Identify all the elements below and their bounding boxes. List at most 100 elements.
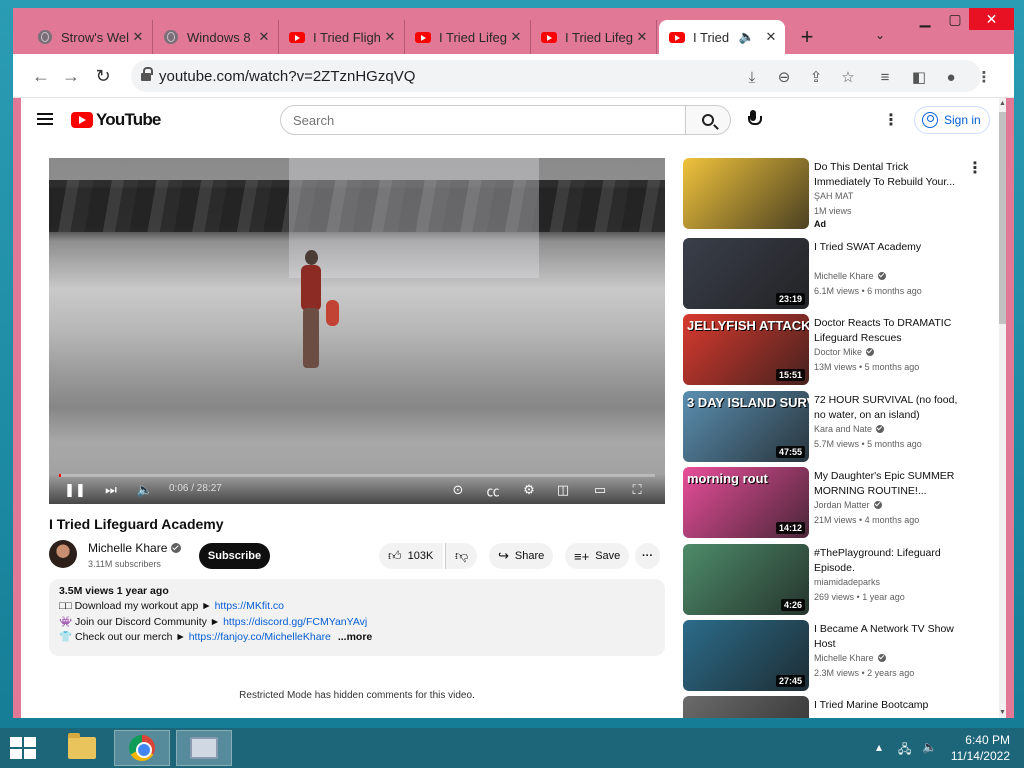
related-thumbnail[interactable]: JELLYFISH ATTACK 15:51 <box>683 314 809 385</box>
search-box[interactable] <box>280 105 686 135</box>
related-video-item[interactable]: 3 DAY ISLAND SURVIVAL 47:55 72 HOUR SURVIV… <box>683 391 993 463</box>
minimize-button[interactable]: ▁ <box>908 8 942 30</box>
related-thumbnail[interactable]: 4:26 <box>683 544 809 615</box>
close-tab-icon[interactable]: ✕ <box>508 29 524 45</box>
dislike-button[interactable]: 👎︎ <box>445 543 478 569</box>
related-video-item[interactable]: morning rout 14:12 My Daughter's Epic SUMM… <box>683 467 993 539</box>
merch-link[interactable]: https://fanjoy.co/MichelleKhare <box>189 631 331 643</box>
related-thumbnail[interactable] <box>683 158 809 229</box>
related-title[interactable]: Do This Dental Trick Immediately To Rebu… <box>814 160 964 190</box>
channel-name[interactable]: Michelle Khare <box>88 541 182 555</box>
page-scrollbar[interactable]: ▲ ▼ <box>999 98 1006 718</box>
ad-options-icon[interactable]: ⋮ <box>965 158 985 178</box>
maximize-button[interactable]: ▢ <box>938 8 972 30</box>
related-channel[interactable]: Jordan Matter <box>814 500 882 510</box>
address-bar[interactable]: youtube.com/watch?v=2ZTznHGzqVQ ⤓ ⊖ ⇪ ☆ <box>131 60 981 92</box>
reload-button[interactable]: ↻ <box>89 62 117 90</box>
video-player[interactable]: ❚❚ ⏭ 🔈 0:06 / 28:27 ⊙ ㏄ ⚙ ◫ ▭ ⛶ <box>49 158 665 504</box>
related-video-item[interactable]: Do This Dental Trick Immediately To Rebu… <box>683 158 993 230</box>
speaker-icon[interactable]: 🔈 <box>739 29 755 45</box>
bookmark-star-icon[interactable]: ☆ <box>837 66 859 88</box>
install-icon[interactable]: ⤓ <box>741 66 763 88</box>
close-tab-icon[interactable]: ✕ <box>634 29 650 45</box>
show-more-link[interactable]: ...more <box>338 631 372 643</box>
related-title[interactable]: #ThePlayground: Lifeguard Episode. <box>814 546 964 576</box>
related-channel[interactable]: Michelle Khare <box>814 653 886 663</box>
scroll-up-arrow[interactable]: ▲ <box>999 100 1006 107</box>
search-button[interactable] <box>685 105 731 135</box>
chrome-taskbar-button[interactable] <box>114 730 170 766</box>
related-thumbnail[interactable] <box>683 696 809 718</box>
related-title[interactable]: My Daughter's Epic SUMMER MORNING ROUTIN… <box>814 469 964 499</box>
next-icon[interactable]: ⏭ <box>101 481 121 499</box>
close-tab-icon[interactable]: ✕ <box>382 29 398 45</box>
windows-start-icon[interactable] <box>10 737 38 759</box>
related-thumbnail[interactable]: 3 DAY ISLAND SURVIVAL 47:55 <box>683 391 809 462</box>
microphone-icon[interactable] <box>748 110 762 130</box>
share-icon[interactable]: ⇪ <box>805 66 827 88</box>
mkfit-link[interactable]: https://MKfit.co <box>215 600 284 612</box>
close-tab-icon[interactable]: ✕ <box>130 29 146 45</box>
related-channel[interactable]: miamidadeparks <box>814 577 880 587</box>
related-channel[interactable]: ŞAH MAT <box>814 191 853 201</box>
new-tab-button[interactable]: + <box>795 24 819 49</box>
miniplayer-icon[interactable]: ◫ <box>553 481 573 499</box>
captions-icon[interactable]: ㏄ <box>483 481 503 499</box>
description-box[interactable]: 3.5M views 1 year ago □□ Download my wor… <box>49 579 665 656</box>
tab-active[interactable]: I Tried 🔈 ✕ <box>659 20 785 54</box>
related-video-item[interactable]: JELLYFISH ATTACK 15:51 Doctor Reacts To DR… <box>683 314 993 386</box>
file-explorer-button[interactable] <box>54 730 110 766</box>
related-thumbnail[interactable]: 27:45 <box>683 620 809 691</box>
related-video-item[interactable]: I Tried Marine Bootcamp <box>683 696 993 718</box>
related-thumbnail[interactable]: 23:19 <box>683 238 809 309</box>
theater-mode-icon[interactable]: ▭ <box>590 481 610 499</box>
tab-strows[interactable]: Strow's Wel ✕ <box>27 20 153 54</box>
close-window-button[interactable]: ✕ <box>969 8 1014 30</box>
related-title[interactable]: I Became A Network TV Show Host <box>814 622 964 652</box>
related-channel[interactable]: Kara and Nate <box>814 424 885 434</box>
channel-avatar[interactable] <box>49 540 77 568</box>
zoom-icon[interactable]: ⊖ <box>773 66 795 88</box>
close-tab-icon[interactable]: ✕ <box>763 29 779 45</box>
tab-lifeguard-2[interactable]: I Tried Lifeg ✕ <box>531 20 657 54</box>
more-actions-button[interactable]: ··· <box>635 543 660 569</box>
like-button[interactable]: 👍︎ 103K <box>379 543 444 569</box>
share-button[interactable]: ↪ Share <box>489 543 554 569</box>
progress-bar[interactable] <box>59 474 655 477</box>
related-channel[interactable]: Michelle Khare <box>814 271 886 281</box>
settings-gear-icon[interactable]: ⚙ <box>519 481 539 499</box>
related-title[interactable]: Doctor Reacts To DRAMATIC Lifeguard Resc… <box>814 316 964 346</box>
discord-link[interactable]: https://discord.gg/FCMYanYAvj <box>223 616 367 628</box>
related-title[interactable]: I Tried SWAT Academy <box>814 240 964 255</box>
tab-flight[interactable]: I Tried Fligh ✕ <box>279 20 405 54</box>
tab-search-icon[interactable]: ⌄ <box>875 28 885 42</box>
related-title[interactable]: I Tried Marine Bootcamp <box>814 698 964 713</box>
back-button[interactable]: ← <box>27 62 55 90</box>
sign-in-button[interactable]: Sign in <box>914 106 990 134</box>
related-title[interactable]: 72 HOUR SURVIVAL (no food, no water, on … <box>814 393 964 423</box>
tab-windows8[interactable]: Windows 8 ✕ <box>153 20 279 54</box>
hamburger-menu-icon[interactable] <box>37 113 53 125</box>
volume-icon[interactable]: 🔈 <box>135 481 155 499</box>
youtube-logo[interactable]: YouTube <box>71 110 161 130</box>
system-clock[interactable]: 6:40 PM 11/14/2022 <box>951 732 1010 764</box>
volume-tray-icon[interactable]: 🔈 <box>922 740 937 754</box>
related-channel[interactable]: Doctor Mike <box>814 347 875 357</box>
media-control-icon[interactable]: ≡ <box>874 66 896 88</box>
forward-button[interactable]: → <box>57 62 85 90</box>
fullscreen-icon[interactable]: ⛶ <box>627 481 647 499</box>
save-button[interactable]: ≡+ Save <box>565 543 630 569</box>
search-input[interactable] <box>281 106 685 134</box>
side-panel-icon[interactable]: ◧ <box>908 66 930 88</box>
related-video-item[interactable]: 27:45 I Became A Network TV Show Host Mich… <box>683 620 993 692</box>
scroll-thumb[interactable] <box>999 112 1006 324</box>
menu-icon[interactable]: ⋮ <box>973 66 995 88</box>
profile-icon[interactable]: ● <box>940 66 962 88</box>
autoplay-toggle[interactable]: ⊙ <box>445 481 471 499</box>
subscribe-button[interactable]: Subscribe <box>199 543 270 569</box>
close-tab-icon[interactable]: ✕ <box>256 29 272 45</box>
related-video-item[interactable]: 4:26 #ThePlayground: Lifeguard Episode. mi… <box>683 544 993 616</box>
network-icon[interactable]: 🖧 <box>898 740 911 761</box>
related-video-item[interactable]: 23:19 I Tried SWAT Academy Michelle Khare 6… <box>683 238 993 310</box>
task-manager-button[interactable] <box>176 730 232 766</box>
